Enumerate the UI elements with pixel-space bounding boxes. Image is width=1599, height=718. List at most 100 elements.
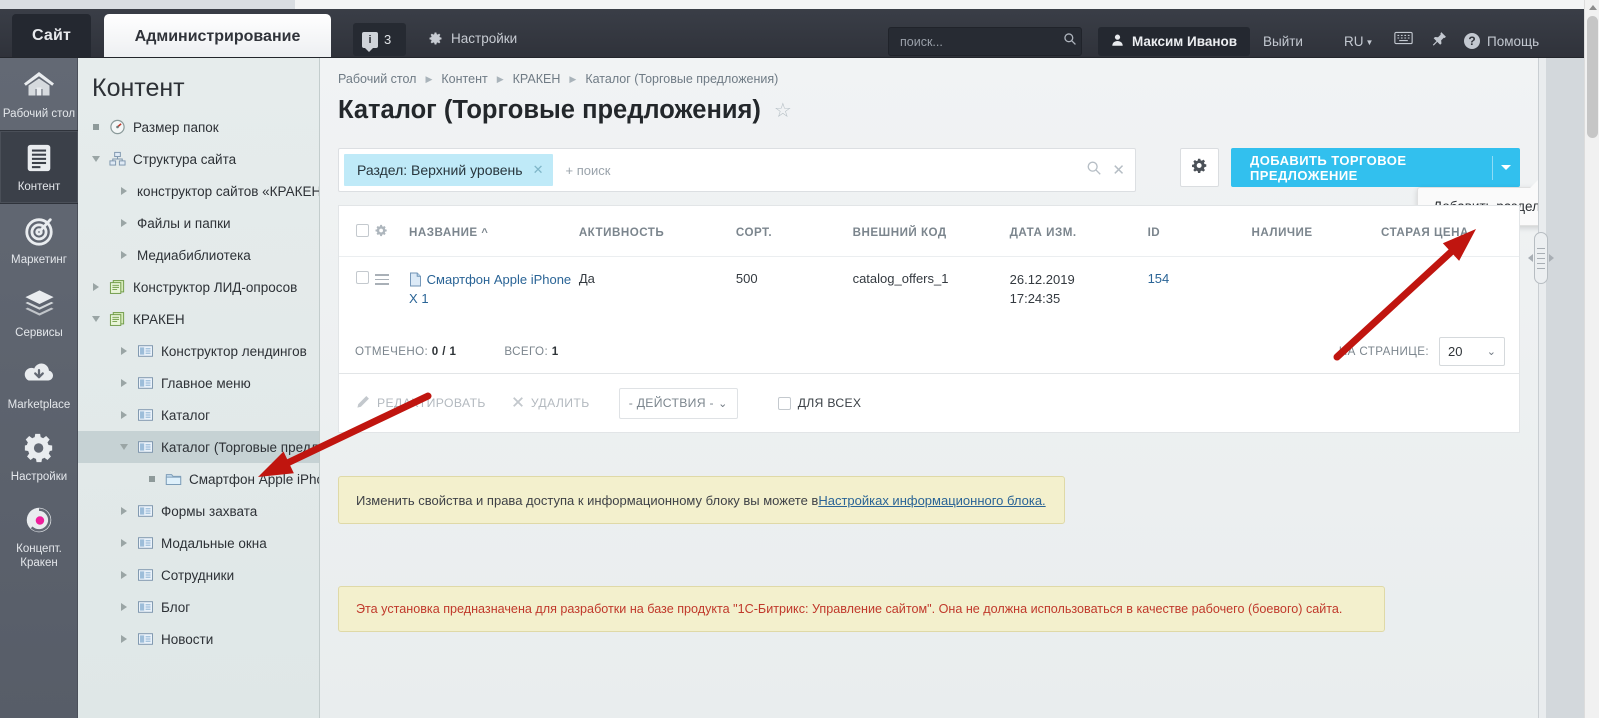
- filter-chip-section[interactable]: Раздел: Верхний уровень ✕: [344, 154, 554, 186]
- per-page-select[interactable]: 20 ⌄: [1439, 337, 1505, 366]
- breadcrumb-item[interactable]: Рабочий стол: [338, 72, 416, 86]
- sidebar-item-desktop[interactable]: Рабочий стол: [0, 58, 78, 130]
- row-name-link[interactable]: Смартфон Apple iPhone X 1: [409, 272, 571, 306]
- tree-item[interactable]: Новости: [78, 623, 319, 655]
- tree-item[interactable]: Каталог (Торговые предлож: [78, 431, 319, 463]
- tree-item[interactable]: Каталог: [78, 399, 319, 431]
- global-search[interactable]: [888, 27, 1082, 56]
- page-scrollbar[interactable]: [1584, 0, 1599, 718]
- column-settings-header[interactable]: [375, 206, 410, 257]
- apply-to-all-checkbox[interactable]: [777, 396, 791, 410]
- tree-item[interactable]: Блог: [78, 591, 319, 623]
- column-header[interactable]: ВНЕШНИЙ КОД: [852, 206, 1010, 257]
- sidebar-item-settings[interactable]: Настройки: [0, 421, 78, 493]
- tree-item[interactable]: Структура сайта: [78, 143, 319, 175]
- iblock-settings-link[interactable]: Настройках информационного блока.: [818, 493, 1045, 508]
- clear-filter-icon[interactable]: ✕: [1112, 161, 1125, 179]
- column-header[interactable]: НАЗВАНИЕ ^: [409, 206, 579, 257]
- tree-toggle[interactable]: [117, 219, 130, 227]
- tree-toggle[interactable]: [117, 411, 130, 419]
- apply-to-all-control[interactable]: ДЛЯ ВСЕХ: [777, 396, 862, 410]
- tree-toggle[interactable]: [89, 316, 102, 322]
- column-header[interactable]: ДАТА ИЗМ.: [1009, 206, 1148, 257]
- language-selector[interactable]: RU ▼: [1344, 34, 1373, 49]
- tree-item[interactable]: Главное меню: [78, 367, 319, 399]
- tree-toggle[interactable]: [117, 603, 130, 611]
- search-icon[interactable]: [1086, 160, 1102, 180]
- offers-grid: НАЗВАНИЕ ^ АКТИВНОСТЬ СОРТ. ВНЕШНИЙ КОД ДАТА…: [339, 206, 1519, 327]
- column-header[interactable]: ID: [1147, 206, 1252, 257]
- tab-site[interactable]: Сайт: [12, 14, 91, 58]
- tree-item[interactable]: Смартфон Apple iPhone: [78, 463, 319, 495]
- table-row[interactable]: Смартфон Apple iPhone X 1 Да 500 catalog_of…: [339, 257, 1519, 327]
- row-id-link[interactable]: 154: [1148, 271, 1170, 286]
- close-icon[interactable]: ✕: [533, 162, 544, 178]
- tree-item[interactable]: Размер папок: [78, 111, 319, 143]
- sidebar-item-concept-kraken[interactable]: Концепт. Кракен: [0, 493, 78, 578]
- grid-settings-button[interactable]: [1180, 148, 1219, 187]
- tab-administration[interactable]: Администрирование: [104, 14, 331, 60]
- filter-bar[interactable]: Раздел: Верхний уровень ✕ + поиск ✕: [338, 148, 1136, 192]
- tree-toggle[interactable]: [89, 283, 102, 291]
- column-header[interactable]: СТАРАЯ ЦЕНА: [1381, 206, 1519, 257]
- delete-button[interactable]: УДАЛИТЬ: [512, 396, 590, 411]
- breadcrumb-item[interactable]: Контент: [441, 72, 487, 86]
- sidebar-item-content[interactable]: Контент: [0, 130, 78, 205]
- search-input[interactable]: [898, 33, 1063, 50]
- tree-toggle[interactable]: [117, 571, 130, 579]
- gear-icon: [1191, 157, 1208, 179]
- tree-toggle[interactable]: [89, 156, 102, 162]
- keyboard-icon[interactable]: [1394, 31, 1413, 45]
- column-header[interactable]: СОРТ.: [735, 206, 853, 257]
- add-offer-dropdown-toggle[interactable]: [1493, 165, 1520, 170]
- sidebar-item-marketing[interactable]: Маркетинг: [0, 204, 78, 276]
- tree-item[interactable]: Конструктор лендингов: [78, 335, 319, 367]
- sidebar-item-services-label: Сервисы: [15, 326, 63, 339]
- tree-item[interactable]: Формы захвата: [78, 495, 319, 527]
- topbar-settings-link[interactable]: Настройки: [428, 31, 517, 46]
- sidebar-item-content-label: Контент: [17, 181, 61, 194]
- panel-splitter[interactable]: [1528, 232, 1562, 284]
- apply-to-all-label: ДЛЯ ВСЕХ: [797, 396, 862, 410]
- star-icon[interactable]: ☆: [774, 98, 792, 123]
- scroll-up-icon[interactable]: [1589, 5, 1597, 10]
- logout-link[interactable]: Выйти: [1263, 34, 1303, 49]
- tree-item[interactable]: Конструктор ЛИД-опросов: [78, 271, 319, 303]
- tree-item[interactable]: Модальные окна: [78, 527, 319, 559]
- sidebar-item-services[interactable]: Сервисы: [0, 277, 78, 349]
- search-icon[interactable]: [1063, 32, 1077, 51]
- filter-add-search[interactable]: + поиск: [565, 163, 1086, 178]
- iblock-icon: [137, 439, 154, 455]
- tree-toggle[interactable]: [117, 507, 130, 515]
- row-checkbox[interactable]: [356, 271, 369, 284]
- splitter-handle[interactable]: [1534, 232, 1548, 284]
- add-offer-button[interactable]: ДОБАВИТЬ ТОРГОВОЕ ПРЕДЛОЖЕНИЕ: [1231, 148, 1520, 187]
- tree-toggle[interactable]: [117, 251, 130, 259]
- tree-item[interactable]: Файлы и папки: [78, 207, 319, 239]
- user-menu[interactable]: Максим Иванов: [1098, 27, 1251, 56]
- bulk-actions-select[interactable]: - ДЕЙСТВИЯ - ⌄: [618, 387, 738, 419]
- tree-toggle[interactable]: [117, 347, 130, 355]
- column-header[interactable]: АКТИВНОСТЬ: [578, 206, 736, 257]
- column-header-label: НАЛИЧИЕ: [1251, 225, 1313, 239]
- edit-button[interactable]: РЕДАКТИРОВАТЬ: [356, 395, 486, 412]
- help-link[interactable]: ? Помощь: [1464, 33, 1539, 49]
- tree-item[interactable]: Сотрудники: [78, 559, 319, 591]
- tree-item[interactable]: Медиабиблиотека: [78, 239, 319, 271]
- tree-item-label: Конструктор ЛИД-опросов: [133, 279, 298, 295]
- tree-toggle[interactable]: [117, 187, 130, 195]
- column-header[interactable]: НАЛИЧИЕ: [1251, 206, 1381, 257]
- tree-item[interactable]: конструктор сайтов «КРАКЕН»: [78, 175, 319, 207]
- tree-item[interactable]: КРАКЕН: [78, 303, 319, 335]
- notifications-badge[interactable]: i 3: [353, 23, 406, 56]
- scrollbar-thumb[interactable]: [1587, 16, 1598, 138]
- tree-toggle[interactable]: [117, 539, 130, 547]
- tree-toggle[interactable]: [117, 379, 130, 387]
- tree-toggle[interactable]: [117, 444, 130, 450]
- sidebar-item-marketplace[interactable]: Marketplace: [0, 349, 78, 421]
- tree-toggle[interactable]: [117, 635, 130, 643]
- select-all-checkbox[interactable]: [356, 224, 369, 237]
- pin-icon[interactable]: [1431, 31, 1447, 47]
- burger-icon[interactable]: [375, 271, 390, 288]
- breadcrumb-item[interactable]: КРАКЕН: [513, 72, 561, 86]
